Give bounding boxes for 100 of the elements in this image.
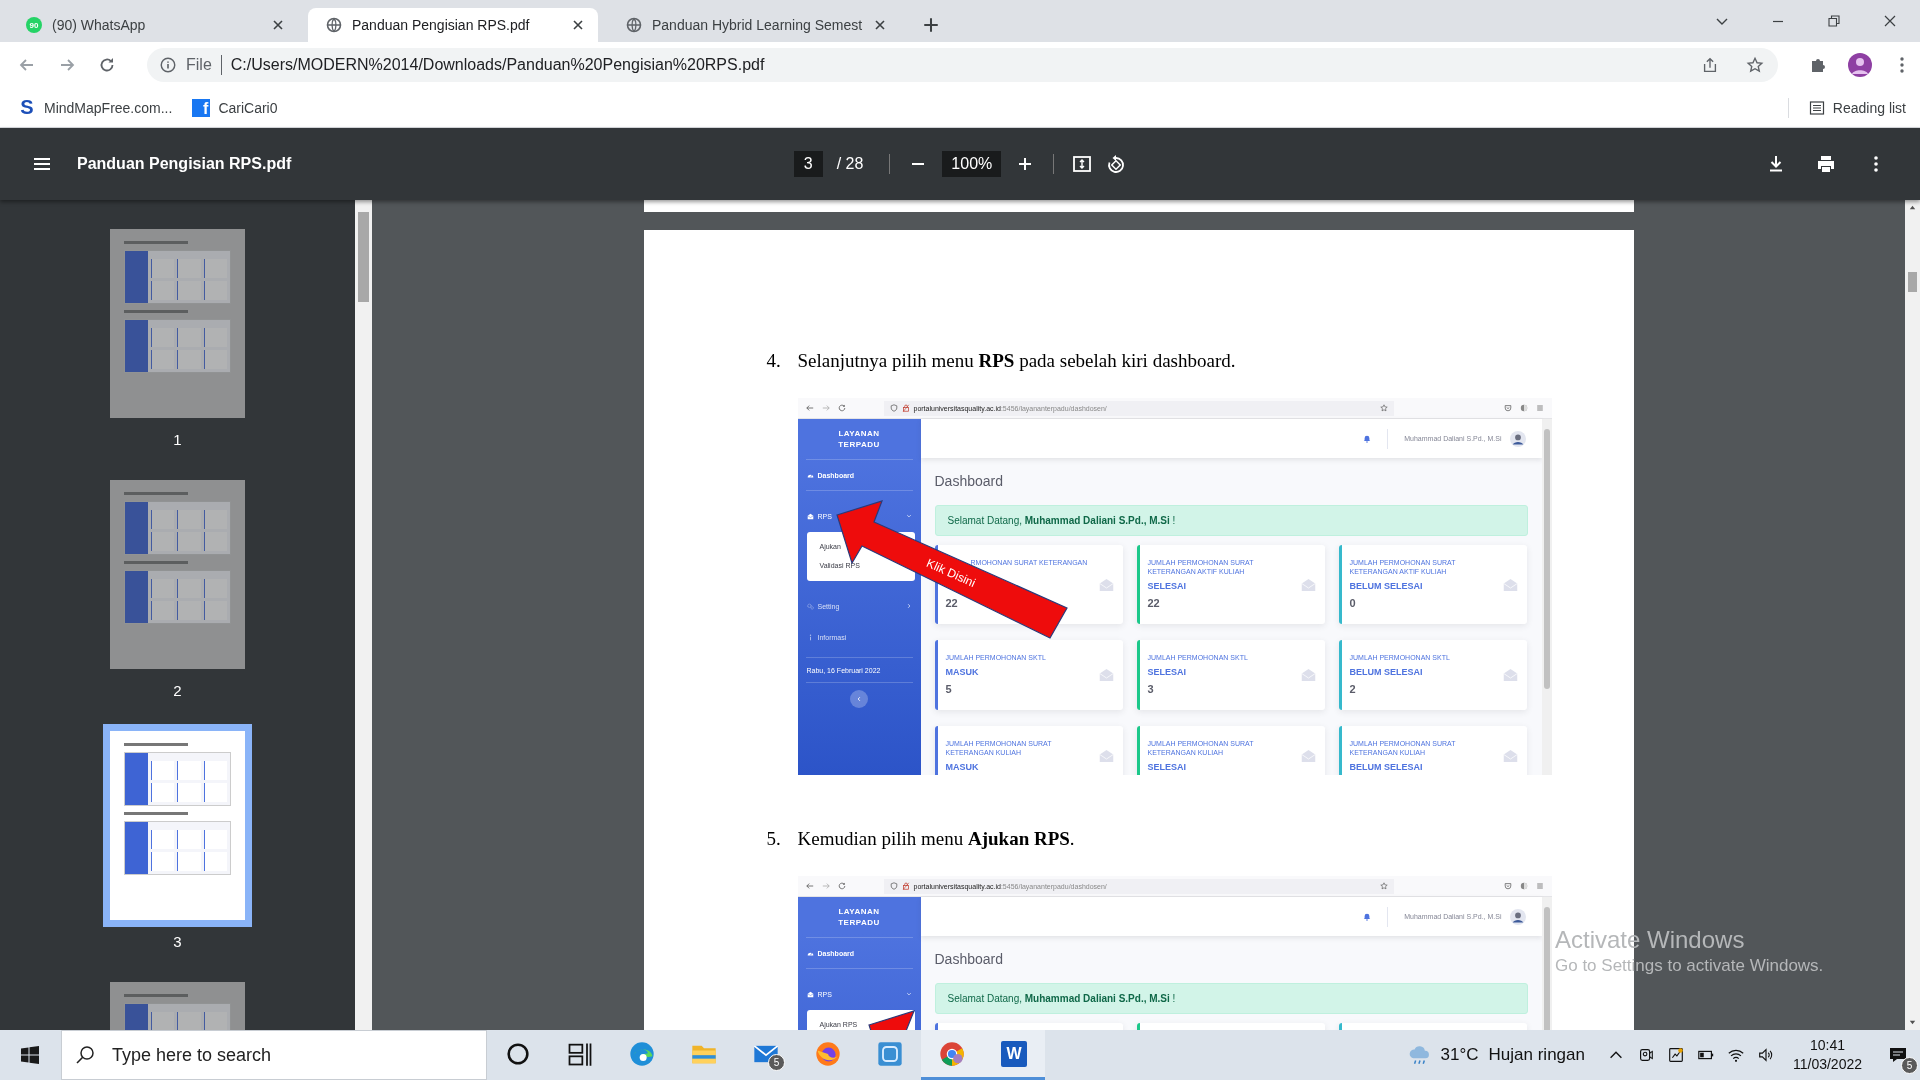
bell-icon[interactable] <box>1363 434 1372 443</box>
reading-list-button[interactable]: Reading list <box>1808 99 1906 116</box>
shield-icon <box>889 404 898 412</box>
brand-name: LAYANAN TERPADU <box>837 906 881 929</box>
bookmark[interactable]: f CariCari0 <box>192 98 278 117</box>
avatar-icon[interactable] <box>1509 430 1526 447</box>
star-icon[interactable] <box>1746 56 1764 74</box>
step-text: Kemudian pilih menu Ajukan RPS. <box>797 827 1075 851</box>
document-title: Panduan Pengisian RPS.pdf <box>77 155 292 173</box>
taskbar-app[interactable]: 5 <box>735 1030 797 1080</box>
step-number: 4. <box>766 349 782 373</box>
speaker-icon[interactable] <box>1756 1046 1775 1064</box>
chevron-down-icon <box>905 513 912 519</box>
count-badge: 5 <box>1901 1057 1918 1074</box>
account-icon <box>1519 404 1528 412</box>
url-text: C:/Users/MODERN%2014/Downloads/Panduan%20Pengisian%20RPS.pdf <box>230 56 765 74</box>
bell-icon[interactable] <box>1363 912 1372 921</box>
card-value: 0 <box>1349 596 1357 611</box>
back-icon <box>805 404 814 412</box>
page-heading: Dashboard <box>934 950 1004 968</box>
flame-globe-icon <box>814 1039 842 1068</box>
browser-tab[interactable]: Panduan Hybrid Learning Semest <box>608 8 898 42</box>
close-icon[interactable] <box>1882 13 1898 29</box>
print-icon[interactable] <box>1816 154 1836 174</box>
envelope-icon <box>1300 749 1316 763</box>
page-thumbnail[interactable] <box>103 724 252 927</box>
card-status: BELUM SELESAI <box>1349 581 1423 591</box>
scheme-label: File <box>186 56 212 74</box>
envelope-icon <box>1502 577 1518 592</box>
page-number: 3 <box>173 933 182 951</box>
chevron-right-icon <box>905 603 912 609</box>
scroll-thumb[interactable] <box>1908 272 1917 292</box>
card-value: 2 <box>1349 682 1357 697</box>
star-icon <box>1379 404 1388 412</box>
card-status: SELESAI <box>1147 667 1186 677</box>
shield-icon <box>889 882 898 890</box>
brand-name: LAYANAN TERPADU <box>837 428 881 451</box>
unread-badge: 90 <box>26 17 42 33</box>
step-text: Selanjutnya pilih menu RPS pada sebelah kiri dashboard. <box>797 349 1236 373</box>
welcome-alert: Selamat Datang, Muhammad Daliani S.Pd., M.Si ! <box>934 505 1528 536</box>
scroll-thumb[interactable] <box>358 212 369 302</box>
card-status: BELUM SELESAI <box>1349 762 1423 772</box>
rotate-icon[interactable] <box>1106 154 1127 174</box>
clock-time[interactable]: 10:41 <box>1809 1036 1845 1055</box>
tablet-icon[interactable] <box>1666 1046 1685 1064</box>
page-heading: Dashboard <box>934 472 1004 490</box>
menu-icon <box>1535 404 1544 412</box>
browser-tab[interactable]: 90 (90) WhatsApp <box>8 8 298 42</box>
envelope-icon <box>1098 577 1114 592</box>
site-icon: f <box>192 98 211 117</box>
page-number-field[interactable]: 3 <box>793 151 823 177</box>
segmented-circle-icon <box>938 1039 966 1068</box>
restore-icon[interactable] <box>1826 13 1842 29</box>
windows-start-icon[interactable] <box>20 1045 40 1065</box>
globe-icon <box>626 17 642 33</box>
count-badge: 5 <box>768 1054 785 1071</box>
browser-tab[interactable]: Panduan Pengisian RPS.pdf <box>308 8 598 42</box>
list-icon <box>1808 99 1825 116</box>
clock-date[interactable]: 11/03/2022 <box>1792 1055 1862 1074</box>
scroll-up-icon[interactable] <box>1908 203 1917 212</box>
back-icon <box>805 882 814 890</box>
search-icon <box>75 1045 95 1065</box>
page-number: 2 <box>173 682 182 700</box>
temperature-text[interactable]: 31°C <box>1440 1045 1479 1065</box>
zoom-field[interactable]: 100% <box>942 151 1002 177</box>
envelope-icon <box>1502 668 1518 682</box>
card-value: 5 <box>945 682 953 697</box>
chevron-left-icon <box>856 696 862 702</box>
scrollbar[interactable] <box>1905 200 1920 1030</box>
step-number: 5. <box>766 827 782 851</box>
envelope-icon <box>806 990 814 998</box>
scrollbar[interactable] <box>355 200 372 1030</box>
gears-icon <box>806 602 814 610</box>
share-icon[interactable] <box>1701 56 1719 74</box>
forward-icon <box>821 404 830 412</box>
card-status: BELUM SELESAI <box>1349 667 1423 677</box>
fit-page-icon[interactable] <box>1072 154 1093 174</box>
address-field[interactable]: File C:/Users/MODERN%2014/Downloads/Panduan%20Pengisian%20RPS.pdf <box>147 48 1778 82</box>
bookmark[interactable]: S MindMapFree.com... <box>18 98 173 117</box>
envelope-icon <box>1098 668 1114 682</box>
card-value: 3 <box>1147 682 1155 697</box>
notification-icon[interactable] <box>1888 1045 1908 1065</box>
avatar-icon[interactable] <box>1509 908 1526 925</box>
envelope-icon <box>1098 749 1114 763</box>
account-icon <box>1519 882 1528 890</box>
document-icon: W <box>1001 1040 1027 1067</box>
arrow-callout <box>867 1010 915 1030</box>
plus-icon[interactable] <box>922 16 940 34</box>
menu-icon <box>1535 882 1544 890</box>
reload-icon <box>837 404 846 412</box>
card-status: MASUK <box>945 762 979 772</box>
taskbar-app[interactable]: W <box>983 1030 1045 1080</box>
star-icon <box>1379 882 1388 890</box>
forward-icon <box>821 882 830 890</box>
scroll-down-icon[interactable] <box>1908 1018 1917 1027</box>
avatar-icon[interactable] <box>1848 53 1872 77</box>
envelope-icon <box>1300 577 1316 592</box>
weather-text[interactable]: Hujan ringan <box>1488 1045 1585 1065</box>
search-field[interactable]: Type here to search <box>61 1030 487 1080</box>
envelope-icon <box>1502 749 1518 763</box>
